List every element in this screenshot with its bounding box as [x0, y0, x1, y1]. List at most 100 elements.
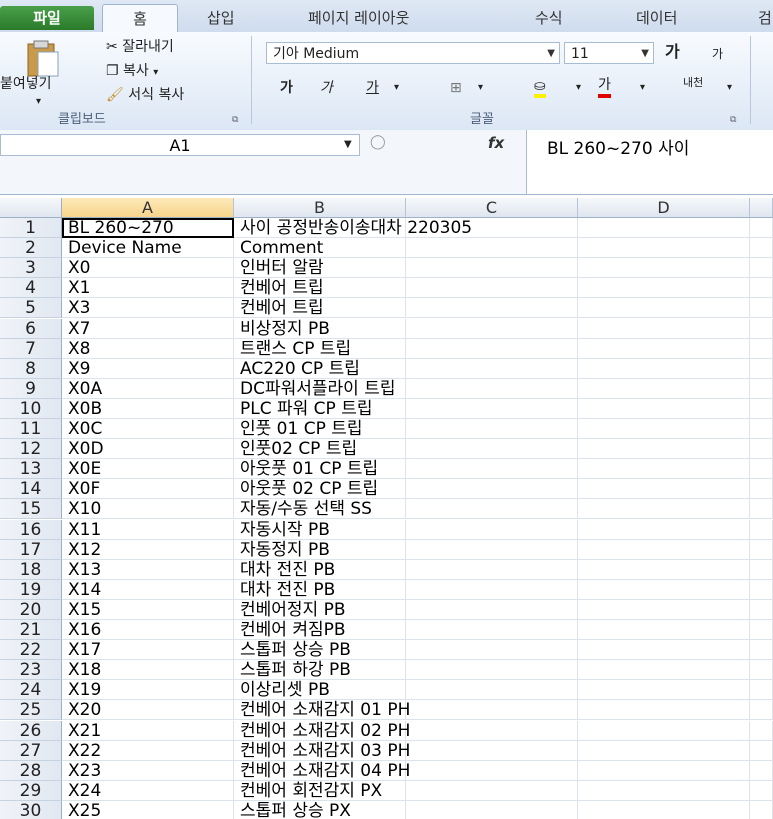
cell-c[interactable] [406, 479, 578, 500]
cell-c[interactable] [406, 720, 578, 741]
cell-d[interactable] [578, 720, 750, 741]
row-header[interactable]: 29 [0, 780, 62, 801]
cell-b[interactable]: 인풋02 CP 트립 [234, 439, 406, 460]
cell-a[interactable]: X19 [62, 680, 234, 701]
cell-c[interactable] [406, 700, 578, 721]
cell-b[interactable]: 스톱퍼 상승 PB [234, 640, 406, 661]
cell-a[interactable]: X1 [62, 278, 234, 299]
cell-b[interactable]: 컨베어 소재감지 03 PH [234, 740, 410, 761]
cell-b[interactable]: 컨베어정지 PB [234, 599, 406, 620]
cell-e[interactable] [750, 800, 773, 819]
name-box[interactable]: A1 [0, 134, 360, 156]
paste-button[interactable]: 붙여넣기 [0, 74, 52, 94]
cell-d[interactable] [578, 519, 750, 540]
cell-c[interactable] [406, 258, 578, 279]
cell-e[interactable] [750, 238, 773, 259]
row-header[interactable]: 13 [0, 459, 62, 480]
cell-e[interactable] [750, 218, 773, 238]
cell-b[interactable]: 인풋 01 CP 트립 [234, 419, 406, 439]
tab-formulas[interactable]: 수식 [535, 4, 563, 32]
chevron-down-icon[interactable]: ▼ [344, 135, 352, 155]
row-header[interactable]: 25 [0, 700, 62, 721]
cell-a[interactable]: X18 [62, 660, 234, 681]
cell-d[interactable] [578, 599, 750, 620]
cell-d[interactable] [578, 660, 750, 681]
cell-d[interactable] [578, 378, 750, 399]
column-header-e[interactable] [750, 198, 773, 218]
tab-insert[interactable]: 삽입 [207, 4, 235, 32]
column-header-d[interactable]: D [578, 198, 750, 218]
cell-c[interactable] [406, 780, 578, 801]
font-color-button[interactable]: 가 [598, 76, 611, 98]
chevron-down-icon[interactable]: ▾ [394, 78, 399, 98]
row-header[interactable]: 2 [0, 238, 62, 259]
cell-a[interactable]: X10 [62, 499, 234, 520]
cell-a[interactable]: BL 260~270 [62, 218, 234, 238]
cell-e[interactable] [750, 519, 773, 540]
format-painter-button[interactable]: 🖌 서식 복사 [106, 85, 184, 105]
cell-d[interactable] [578, 338, 750, 359]
chevron-down-icon[interactable]: ▾ [576, 78, 581, 98]
cell-a[interactable]: X17 [62, 640, 234, 661]
cell-a[interactable]: X0B [62, 398, 234, 419]
cell-a[interactable]: X22 [62, 740, 234, 761]
tab-page-layout[interactable]: 페이지 레이아웃 [308, 4, 409, 32]
cell-a[interactable]: X13 [62, 559, 234, 580]
cell-a[interactable]: X0E [62, 459, 234, 480]
cell-d[interactable] [578, 419, 750, 439]
fill-color-button[interactable]: ⛀ [534, 76, 546, 98]
cell-c[interactable] [406, 439, 578, 460]
cell-b[interactable]: 대차 전진 PB [234, 559, 406, 580]
chevron-down-icon[interactable]: ▾ [640, 78, 645, 98]
row-header[interactable]: 18 [0, 559, 62, 580]
cell-c[interactable] [406, 378, 578, 399]
cell-d[interactable] [578, 760, 750, 781]
cell-c[interactable] [406, 459, 578, 480]
column-header-c[interactable]: C [406, 198, 578, 218]
cell-c[interactable] [406, 338, 578, 359]
cell-b[interactable]: 트랜스 CP 트립 [234, 338, 406, 359]
cell-e[interactable] [750, 640, 773, 661]
cell-b[interactable]: 이상리셋 PB [234, 680, 406, 701]
row-header[interactable]: 22 [0, 640, 62, 661]
dialog-launcher-icon[interactable]: ⧉ [232, 110, 238, 130]
cell-c[interactable] [406, 740, 578, 761]
cell-d[interactable] [578, 539, 750, 560]
cell-a[interactable]: X23 [62, 760, 234, 781]
cell-e[interactable] [750, 539, 773, 560]
row-header[interactable]: 7 [0, 338, 62, 359]
row-header[interactable]: 8 [0, 358, 62, 379]
row-header[interactable]: 10 [0, 398, 62, 419]
cell-e[interactable] [750, 378, 773, 399]
cell-c[interactable] [406, 640, 578, 661]
cell-c[interactable] [406, 680, 578, 701]
cell-e[interactable] [750, 318, 773, 339]
cell-d[interactable] [578, 620, 750, 640]
cell-b[interactable]: 컨베어 소재감지 01 PH [234, 700, 410, 721]
tab-review[interactable]: 검 [758, 4, 772, 32]
cell-d[interactable] [578, 238, 750, 259]
cell-c[interactable] [406, 559, 578, 580]
cell-a[interactable]: X16 [62, 620, 234, 640]
row-header[interactable]: 3 [0, 258, 62, 279]
cell-e[interactable] [750, 740, 773, 761]
cell-a[interactable]: X0 [62, 258, 234, 279]
copy-button[interactable]: ❐ 복사 ▾ [106, 61, 158, 83]
shrink-font-button[interactable]: 가 [712, 44, 723, 64]
cell-e[interactable] [750, 579, 773, 600]
cell-e[interactable] [750, 780, 773, 801]
grow-font-button[interactable]: 가 [665, 42, 680, 62]
cell-c[interactable] [406, 760, 578, 781]
cell-a[interactable]: X11 [62, 519, 234, 540]
row-header[interactable]: 11 [0, 419, 62, 439]
cell-e[interactable] [750, 599, 773, 620]
cell-d[interactable] [578, 640, 750, 661]
cell-e[interactable] [750, 278, 773, 299]
cell-d[interactable] [578, 680, 750, 701]
row-header[interactable]: 20 [0, 599, 62, 620]
cell-d[interactable] [578, 358, 750, 379]
phonetic-button[interactable]: 내천 [683, 76, 703, 89]
select-all-corner[interactable] [0, 198, 62, 218]
cell-b[interactable]: 컨베어 트립 [234, 278, 406, 299]
cell-d[interactable] [578, 700, 750, 721]
